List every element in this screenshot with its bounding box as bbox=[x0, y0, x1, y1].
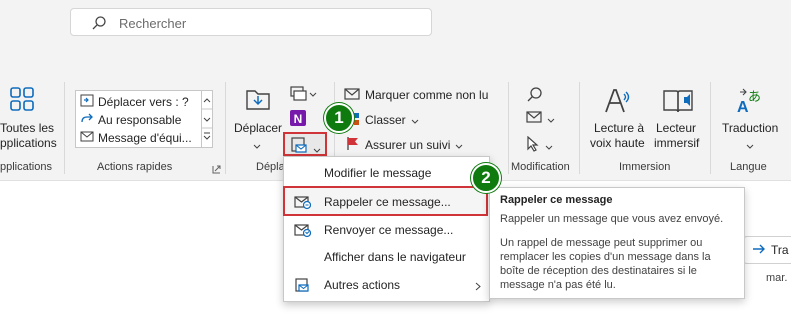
forward-button[interactable]: Tra bbox=[743, 236, 791, 264]
message-actions-icon bbox=[290, 136, 310, 157]
all-apps-button[interactable]: Toutes les pplications bbox=[0, 84, 58, 150]
translate-icon: Aあ bbox=[734, 86, 764, 119]
immersive-reader-icon bbox=[662, 86, 694, 119]
separator bbox=[710, 82, 711, 174]
envelope-icon bbox=[526, 111, 542, 127]
actions-icon bbox=[284, 277, 320, 293]
quick-step-manager[interactable]: Au responsable bbox=[80, 111, 181, 128]
rules-icon bbox=[288, 86, 318, 107]
all-apps-label-1: Toutes les bbox=[0, 121, 55, 135]
quick-steps-scrollbar[interactable] bbox=[201, 91, 212, 147]
menu-item-label: Afficher dans le navigateur bbox=[324, 249, 466, 264]
read-aloud-button[interactable]: Lecture à voix haute bbox=[588, 84, 646, 150]
rules-button[interactable] bbox=[288, 84, 320, 106]
immersive-reader-button[interactable]: Lecteur immersif bbox=[652, 84, 704, 150]
related-button[interactable] bbox=[526, 111, 555, 127]
separator bbox=[225, 82, 226, 174]
follow-up-button[interactable]: Assurer un suivi bbox=[346, 136, 463, 154]
group-label-immersion: Immersion bbox=[619, 161, 671, 173]
move-label: Déplacer bbox=[234, 121, 283, 135]
tooltip-line: Rappeler un message que vous avez envoyé… bbox=[500, 213, 724, 225]
apps-grid-icon bbox=[9, 86, 35, 115]
menu-item-view-in-browser[interactable]: Afficher dans le navigateur bbox=[284, 243, 489, 270]
group-label-modification: Modification bbox=[511, 161, 570, 173]
immersive-reader-label-2: immersif bbox=[654, 136, 700, 150]
separator bbox=[64, 82, 65, 174]
recall-tooltip: Rappeler ce message Rappeler un message … bbox=[489, 187, 745, 299]
tooltip-title: Rappeler ce message bbox=[500, 194, 613, 206]
mark-unread-button[interactable]: Marquer comme non lu bbox=[344, 86, 488, 104]
chevron-down-icon bbox=[545, 139, 553, 153]
step-badge-2: 2 bbox=[471, 163, 501, 193]
chevron-right-icon bbox=[475, 280, 481, 294]
read-aloud-label-1: Lecture à bbox=[594, 121, 645, 135]
move-button[interactable]: Déplacer bbox=[232, 84, 282, 150]
recall-icon bbox=[284, 194, 320, 210]
chevron-down-icon bbox=[455, 138, 463, 152]
quick-step-label: Message d'équi... bbox=[98, 130, 192, 145]
actions-dropdown-button[interactable] bbox=[283, 132, 327, 156]
move-to-icon bbox=[80, 94, 94, 110]
read-aloud-icon bbox=[602, 86, 632, 119]
menu-item-resend[interactable]: Renvoyer ce message... bbox=[284, 216, 489, 243]
chevron-down-icon bbox=[746, 138, 754, 152]
menu-item-other-actions[interactable]: Autres actions bbox=[284, 271, 489, 298]
search-icon bbox=[91, 15, 107, 34]
move-folder-icon bbox=[244, 86, 272, 115]
select-button[interactable] bbox=[526, 135, 553, 155]
svg-text:あ: あ bbox=[748, 90, 761, 105]
quick-step-move[interactable]: Déplacer vers : ? bbox=[80, 93, 189, 110]
translate-button[interactable]: Aあ Traduction bbox=[718, 84, 782, 150]
group-label-quick-steps: Actions rapides bbox=[97, 161, 173, 173]
chevron-down-icon bbox=[547, 112, 555, 126]
onenote-icon: N bbox=[288, 110, 308, 131]
chevron-down-icon bbox=[411, 113, 419, 127]
search-placeholder: Rechercher bbox=[119, 16, 187, 31]
group-label-language: Langue bbox=[730, 161, 767, 173]
follow-up-label: Assurer un suivi bbox=[365, 138, 451, 152]
translate-label: Traduction bbox=[722, 121, 779, 135]
menu-item-label: Modifier le message bbox=[324, 165, 432, 180]
chevron-down-icon bbox=[313, 142, 321, 156]
menu-item-edit-message[interactable]: Modifier le message bbox=[284, 159, 489, 186]
flag-icon bbox=[346, 136, 360, 154]
forward-label: Tra bbox=[771, 243, 789, 257]
classify-button[interactable]: Classer bbox=[346, 111, 419, 129]
resend-icon bbox=[284, 222, 320, 238]
separator bbox=[579, 82, 580, 174]
menu-item-label: Rappeler ce message... bbox=[324, 194, 451, 209]
tooltip-description: Un rappel de message peut supprimer ou r… bbox=[500, 237, 711, 291]
chevron-down-icon bbox=[253, 138, 261, 152]
menu-item-recall[interactable]: Rappeler ce message... bbox=[284, 188, 489, 215]
menu-item-label: Autres actions bbox=[324, 277, 401, 292]
menu-item-label: Renvoyer ce message... bbox=[324, 222, 454, 237]
quick-step-label: Au responsable bbox=[98, 112, 182, 127]
group-label-applications: pplications bbox=[0, 161, 52, 173]
separator bbox=[508, 82, 509, 174]
envelope-open-icon bbox=[344, 87, 360, 104]
quick-step-team-message[interactable]: Message d'équi... bbox=[80, 129, 192, 146]
forward-arrow-icon bbox=[80, 112, 94, 128]
message-actions-menu: Modifier le message Rappeler ce message.… bbox=[283, 156, 490, 302]
envelope-icon bbox=[80, 130, 94, 146]
classify-label: Classer bbox=[365, 113, 406, 127]
find-icon bbox=[526, 87, 544, 107]
quick-steps-gallery: Déplacer vers : ? Au responsable Message… bbox=[75, 90, 213, 148]
step-badge-1: 1 bbox=[324, 103, 354, 133]
svg-text:N: N bbox=[294, 112, 303, 126]
immersive-reader-label-1: Lecteur bbox=[656, 121, 697, 135]
search-box[interactable]: Rechercher bbox=[70, 8, 432, 36]
find-button[interactable] bbox=[526, 86, 544, 107]
cursor-icon bbox=[526, 135, 540, 155]
all-apps-label-2: pplications bbox=[0, 136, 57, 150]
mark-unread-label: Marquer comme non lu bbox=[365, 88, 489, 102]
message-date: mar. bbox=[766, 272, 788, 284]
read-aloud-label-2: voix haute bbox=[590, 136, 645, 150]
onenote-button[interactable]: N bbox=[288, 108, 310, 130]
forward-arrow-icon bbox=[752, 243, 766, 257]
dialog-launcher-icon[interactable] bbox=[212, 163, 221, 177]
quick-step-label: Déplacer vers : ? bbox=[98, 94, 189, 109]
